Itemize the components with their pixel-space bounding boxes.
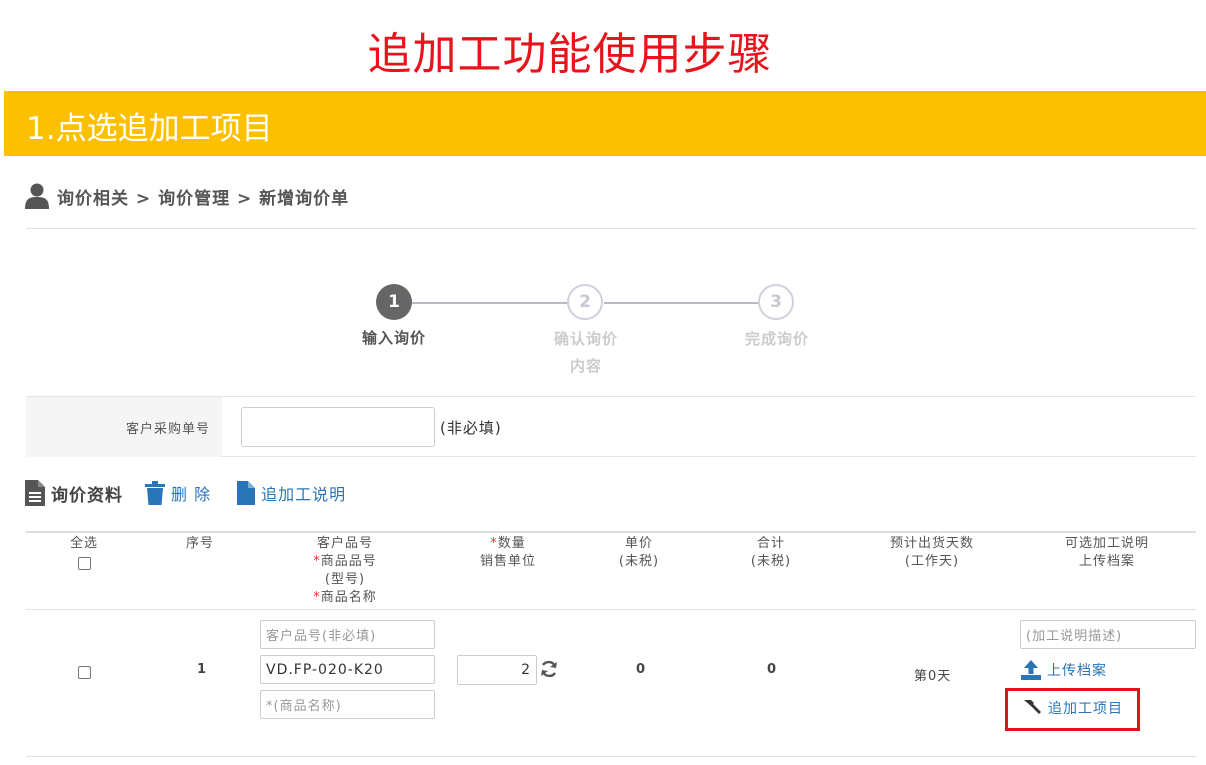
th-unit-price: 单价 (未税) [599,535,679,571]
row-seq: 1 [197,662,207,677]
th-total-tax: (未税) [750,554,792,569]
th-model: (型号) [324,572,366,587]
th-seq-label: 序号 [185,536,214,551]
cust-part-input[interactable]: 客户品号(非必填) [260,620,435,649]
trash-icon [145,481,165,505]
row-ship-days: 第0天 [914,669,952,684]
th-prod-name: 商品名称 [320,590,377,605]
po-number-input[interactable] [241,407,435,447]
inquiry-toolbar: 询价资料 删 除 追加工说明 [25,479,372,507]
th-part: 客户品号 *商品品号 (型号) *商品名称 [290,535,400,607]
table-header-border [26,531,1196,533]
step-2-label: 确认询价 内容 [531,326,641,380]
th-unit-price-label: 单价 [624,536,653,551]
step-2-label-line2: 内容 [569,357,602,375]
document-icon [25,480,45,506]
delete-button[interactable]: 删 除 [145,481,211,505]
th-select-all: 全选 [54,535,114,553]
required-mark: * [490,536,498,551]
th-sales-unit: 销售单位 [479,554,536,569]
upload-file-link[interactable]: 上传档案 [1021,660,1107,680]
step-2-label-line1: 确认询价 [553,330,618,348]
th-proc-desc: 可选加工说明 [1064,536,1149,551]
step-3-label-line: 完成询价 [744,330,809,348]
breadcrumb-text: 询价相关 > 询价管理 > 新增询价单 [57,188,350,209]
th-upload-files: 上传档案 [1078,554,1135,569]
po-label-cell: 客户采购单号 [26,397,222,457]
th-cust-part: 客户品号 [316,536,373,551]
th-prod-part-line: *商品品号 [290,553,400,571]
step-3-label: 完成询价 [722,326,832,353]
row-total: 0 [767,662,777,677]
step-connector [604,302,760,304]
th-qty-line: *数量 [463,535,553,553]
th-prod-name-line: *商品名称 [290,589,400,607]
th-ship-days-label: 预计出货天数 [889,536,974,551]
select-all-checkbox[interactable] [78,557,91,570]
upload-label: 上传档案 [1047,663,1107,679]
breadcrumb: 询价相关 > 询价管理 > 新增询价单 [25,182,349,210]
th-qty-label: 数量 [497,536,526,551]
proc-desc-input[interactable]: (加工说明描述) [1020,620,1196,649]
table-row-bottom-border [26,756,1196,757]
refresh-icon[interactable] [540,660,558,678]
prod-part-input[interactable]: VD.FP-020-K20 [260,655,435,684]
th-ship-days-sub: (工作天) [904,554,960,569]
step-banner-title: 1.点选追加工项目 [26,111,273,147]
inquiry-data-heading: 询价资料 [25,480,123,506]
tutorial-title: 追加工功能使用步骤 [367,29,773,80]
step-connector [412,302,568,304]
th-total-label: 合计 [756,536,785,551]
step-1-label: 输入询价 [339,325,449,352]
row-unit-price: 0 [636,662,646,677]
row-checkbox[interactable] [78,666,91,679]
inquiry-data-title: 询价资料 [51,485,123,506]
step-1-circle: 1 [376,284,412,320]
required-mark: * [313,554,321,569]
addproc-help-label: 追加工说明 [261,485,347,504]
user-icon [25,183,49,209]
th-proc: 可选加工说明 上传档案 [1047,535,1167,571]
th-select-all-label: 全选 [69,536,98,551]
file-icon [237,481,256,505]
step-2-circle: 2 [567,284,603,320]
required-mark: * [313,590,321,605]
table-header-bottom-border [26,609,1196,610]
highlight-box [1005,688,1140,731]
step-1-label-line: 输入询价 [361,329,426,347]
addproc-help-link[interactable]: 追加工说明 [237,481,346,505]
step-3-circle: 3 [758,284,794,320]
th-qty: *数量 销售单位 [463,535,553,571]
step-banner: 1.点选追加工项目 [4,91,1206,156]
po-number-label: 客户采购单号 [125,422,210,437]
th-unit-price-tax: (未税) [618,554,660,569]
th-seq: 序号 [170,535,230,553]
po-number-row: 客户采购单号 (非必填) [26,396,1196,457]
th-prod-part: 商品品号 [320,554,377,569]
delete-label: 删 除 [171,485,212,504]
prod-name-input[interactable]: *(商品名称) [260,690,435,719]
po-optional-note: (非必填) [440,419,502,437]
divider [26,228,1196,229]
upload-icon [1021,660,1041,680]
th-total: 合计 (未税) [731,535,811,571]
qty-input[interactable]: 2 [457,655,537,685]
th-ship-days: 预计出货天数 (工作天) [872,535,992,571]
